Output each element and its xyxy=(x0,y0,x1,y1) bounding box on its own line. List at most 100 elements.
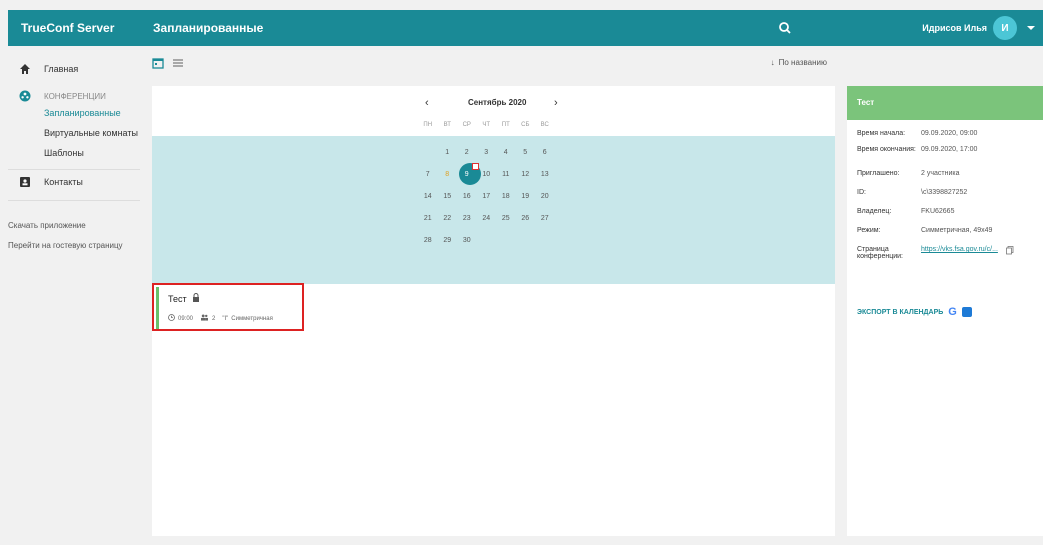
sidebar: Главная КОНФЕРЕНЦИИ Запланированные Вирт… xyxy=(8,46,148,545)
weekday-label: ПН xyxy=(423,122,433,128)
avatar[interactable]: И xyxy=(993,16,1017,40)
detail-row: Владелец: FKU62665 xyxy=(857,208,955,215)
event-color-bar xyxy=(156,287,159,329)
lock-icon xyxy=(192,293,200,304)
guest-page-link[interactable]: Перейти на гостевую страницу xyxy=(8,235,148,255)
calendar-day[interactable]: 18 xyxy=(496,188,516,206)
calendar-day[interactable]: 29 xyxy=(438,232,458,250)
sidebar-item-templates[interactable]: Шаблоны xyxy=(8,143,148,163)
chevron-down-icon[interactable] xyxy=(1027,26,1035,30)
calendar-week: 28 29 30 xyxy=(418,232,555,250)
sidebar-item-label: Главная xyxy=(44,64,79,74)
weekday-label: ЧТ xyxy=(482,122,491,128)
prev-month-button[interactable]: ‹ xyxy=(425,97,429,109)
calendar-week: 7 8 9 10 11 12 13 xyxy=(418,166,555,184)
next-month-button[interactable]: › xyxy=(554,97,558,109)
calendar-day-empty xyxy=(418,144,438,162)
calendar-day[interactable]: 16 xyxy=(457,188,477,206)
calendar-day[interactable]: 1 xyxy=(438,144,458,162)
google-icon[interactable]: G xyxy=(948,306,957,318)
arrow-down-icon: ↓ xyxy=(770,58,775,67)
calendar-week: 21 22 23 24 25 26 27 xyxy=(418,210,555,228)
calendar-day[interactable]: 17 xyxy=(477,188,497,206)
calendar-day[interactable]: 12 xyxy=(516,166,536,184)
download-app-link[interactable]: Скачать приложение xyxy=(8,215,148,235)
sidebar-item-label: Контакты xyxy=(44,177,83,187)
weekday-row: ПН ВТ СР ЧТ ПТ СБ ВС xyxy=(418,122,555,128)
sidebar-section-conferences[interactable]: КОНФЕРЕНЦИИ xyxy=(8,89,148,103)
detail-row: ID: \c\3398827252 xyxy=(857,189,968,196)
calendar-day[interactable]: 13 xyxy=(535,166,555,184)
calendar-day[interactable]: 30 xyxy=(457,232,477,250)
detail-panel: Тест Время начала: 09.09.2020, 09:00 Вре… xyxy=(847,86,1043,536)
calendar-day[interactable]: 23 xyxy=(457,210,477,228)
calendar-day[interactable]: 25 xyxy=(496,210,516,228)
calendar-day-empty xyxy=(535,232,555,250)
calendar-day[interactable]: 8 xyxy=(438,166,458,184)
calendar-header: ‹ Сентябрь 2020 › ПН ВТ СР ЧТ ПТ СБ ВС xyxy=(152,86,835,136)
calendar-day[interactable]: 2 xyxy=(457,144,477,162)
calendar-day[interactable]: 21 xyxy=(418,210,438,228)
calendar-day[interactable]: 4 xyxy=(496,144,516,162)
conference-page-link[interactable]: https://vks.fsa.gov.ru/c/... xyxy=(921,246,998,270)
conference-icon xyxy=(18,90,32,102)
calendar-day[interactable]: 15 xyxy=(438,188,458,206)
sidebar-divider xyxy=(8,200,140,201)
search-icon[interactable] xyxy=(775,18,795,38)
calendar-day[interactable]: 20 xyxy=(535,188,555,206)
sort-label: По названию xyxy=(778,58,827,67)
copy-icon[interactable] xyxy=(1006,246,1014,270)
event-card[interactable]: Тест 09:00 2 "I" Симметричная xyxy=(152,283,304,331)
event-title: Тест xyxy=(168,293,187,304)
calendar-day-empty xyxy=(477,232,497,250)
detail-title: Тест xyxy=(847,86,1043,120)
user-name: Идрисов Илья xyxy=(922,23,987,33)
detail-row: Время окончания: 09.09.2020, 17:00 xyxy=(857,146,978,153)
calendar-day[interactable]: 3 xyxy=(477,144,497,162)
calendar-day[interactable]: 19 xyxy=(516,188,536,206)
calendar-day[interactable]: 10 xyxy=(477,166,497,184)
top-bar: TrueConf Server Запланированные Идрисов … xyxy=(8,10,1043,46)
view-toolbar: ↓ По названию xyxy=(152,56,837,74)
mode-icon: "I" xyxy=(222,315,229,322)
detail-row: Приглашено: 2 участника xyxy=(857,170,960,177)
calendar-day[interactable]: 28 xyxy=(418,232,438,250)
weekday-label: СБ xyxy=(521,122,530,128)
weekday-label: ВС xyxy=(540,122,549,128)
calendar-day[interactable]: 9 xyxy=(457,166,477,184)
detail-row: Страница конференции: https://vks.fsa.go… xyxy=(847,246,1043,270)
calendar-day[interactable]: 14 xyxy=(418,188,438,206)
calendar-grid: 1 2 3 4 5 6 7 8 9 10 11 12 13 14 15 16 17 18 19 20 21 22 23 24 2… xyxy=(152,136,835,284)
sidebar-item-scheduled[interactable]: Запланированные xyxy=(8,103,148,123)
weekday-label: ПТ xyxy=(501,122,510,128)
calendar-day[interactable]: 26 xyxy=(516,210,536,228)
sidebar-item-home[interactable]: Главная xyxy=(8,57,148,81)
weekday-label: СР xyxy=(462,122,471,128)
user-menu[interactable]: Идрисов Илья И xyxy=(922,10,1035,46)
event-time: 09:00 xyxy=(168,314,193,323)
people-icon xyxy=(200,314,209,323)
detail-row: Время начала: 09.09.2020, 09:00 xyxy=(857,130,978,137)
export-calendar-button[interactable]: ЭКСПОРТ В КАЛЕНДАРЬ G xyxy=(857,306,972,318)
calendar-day[interactable]: 6 xyxy=(535,144,555,162)
calendar-day[interactable]: 5 xyxy=(516,144,536,162)
calendar-day[interactable]: 24 xyxy=(477,210,497,228)
sidebar-item-virtual-rooms[interactable]: Виртуальные комнаты xyxy=(8,123,148,143)
list-view-icon[interactable] xyxy=(172,56,184,74)
calendar-day[interactable]: 27 xyxy=(535,210,555,228)
calendar-day[interactable]: 11 xyxy=(496,166,516,184)
outlook-icon[interactable] xyxy=(961,307,972,317)
calendar-week: 123456 xyxy=(418,144,555,162)
calendar-month: Сентябрь 2020 xyxy=(468,98,527,107)
calendar-day[interactable]: 22 xyxy=(438,210,458,228)
brand-logo[interactable]: TrueConf Server xyxy=(8,10,148,46)
event-meta: 09:00 2 "I" Симметричная xyxy=(168,314,273,323)
sort-control[interactable]: ↓ По названию xyxy=(771,58,827,67)
calendar-day-empty xyxy=(496,232,516,250)
calendar-day[interactable]: 7 xyxy=(418,166,438,184)
calendar-view-icon[interactable] xyxy=(152,56,164,74)
event-participants: 2 xyxy=(200,314,215,323)
detail-row: Режим: Симметричная, 49x49 xyxy=(857,227,993,234)
sidebar-item-contacts[interactable]: Контакты xyxy=(8,170,148,194)
clock-icon xyxy=(168,314,175,323)
